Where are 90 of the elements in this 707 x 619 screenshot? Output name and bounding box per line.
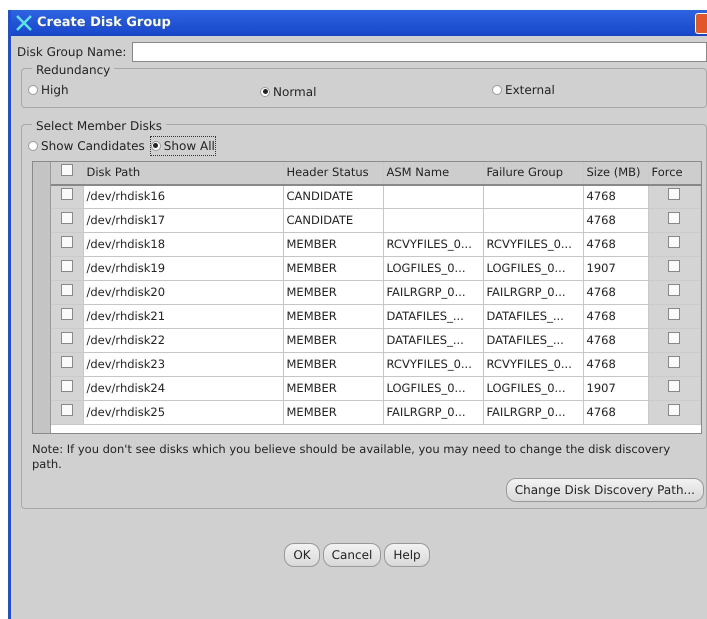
table-cell: 4768 <box>586 284 616 299</box>
group-label: Redundancy <box>32 63 114 77</box>
table-cell: 4768 <box>586 404 616 419</box>
window-title: Create Disk Group <box>37 14 171 32</box>
table-cell: 4768 <box>586 356 616 371</box>
row-checkbox[interactable] <box>60 380 73 392</box>
force-checkbox[interactable] <box>668 356 680 368</box>
row-checkbox[interactable] <box>60 260 73 272</box>
table-cell: /dev/rhdisk18 <box>86 236 166 251</box>
table-cell: 4768 <box>586 308 616 323</box>
row-checkbox[interactable] <box>60 308 73 320</box>
table-cell: DATAFILES_... <box>386 308 464 323</box>
column-header[interactable]: Force <box>648 162 700 184</box>
table-cell: FAILRGRP_0... <box>386 404 466 419</box>
table-cell: MEMBER <box>286 404 337 419</box>
table-cell: 4768 <box>586 189 616 204</box>
table-cell: RCVYFILES_0... <box>386 236 472 251</box>
table-cell: CANDIDATE <box>286 212 354 227</box>
force-checkbox[interactable] <box>668 212 680 224</box>
close-button[interactable] <box>695 12 707 34</box>
radio-button[interactable]: High <box>28 81 69 99</box>
force-checkbox[interactable] <box>668 308 680 320</box>
table-cell: /dev/rhdisk24 <box>86 380 166 395</box>
table-cell: FAILRGRP_0... <box>486 284 566 299</box>
force-checkbox[interactable] <box>668 284 680 296</box>
table-cell: /dev/rhdisk22 <box>86 332 166 347</box>
table-cell: 1907 <box>586 260 616 275</box>
row-checkbox[interactable] <box>60 236 73 248</box>
force-checkbox[interactable] <box>668 260 680 272</box>
table-cell: CANDIDATE <box>286 189 354 204</box>
table-cell: DATAFILES_... <box>386 332 464 347</box>
column-header[interactable]: Header Status <box>283 162 383 184</box>
change-path-button[interactable]: Change Disk Discovery Path... <box>506 478 704 502</box>
radio-button[interactable]: Show All <box>150 136 215 154</box>
dialog-button[interactable]: Help <box>384 542 430 566</box>
table-cell: MEMBER <box>286 332 337 347</box>
name-field[interactable] <box>132 42 707 62</box>
row-checkbox[interactable] <box>60 212 73 224</box>
table-cell: RCVYFILES_0... <box>486 236 572 251</box>
row-checkbox[interactable] <box>60 284 73 296</box>
table-cell: MEMBER <box>286 356 337 371</box>
table-cell: /dev/rhdisk21 <box>86 308 166 323</box>
note-text: Note: If you don't see disks which you believe should be available, you may need to change the disk discovery path. <box>32 442 672 472</box>
field-label: Disk Group Name: <box>17 44 126 61</box>
table-cell: MEMBER <box>286 284 337 299</box>
table-cell: DATAFILES_... <box>486 308 564 323</box>
dialog-button[interactable]: OK <box>284 542 320 566</box>
table-cell: /dev/rhdisk19 <box>86 260 166 275</box>
radio-button[interactable]: External <box>492 81 555 99</box>
table-cell: LOGFILES_0... <box>386 260 466 275</box>
row-checkbox[interactable] <box>60 332 73 344</box>
column-header[interactable]: Failure Group <box>483 162 583 184</box>
table-cell: DATAFILES_... <box>486 332 564 347</box>
table-cell: 4768 <box>586 212 616 227</box>
app-icon <box>15 15 33 31</box>
column-header[interactable]: Size (MB) <box>583 162 648 184</box>
table-cell: /dev/rhdisk20 <box>86 284 166 299</box>
column-header[interactable]: Disk Path <box>83 162 283 184</box>
table-cell: LOGFILES_0... <box>386 380 466 395</box>
table-cell: RCVYFILES_0... <box>486 356 572 371</box>
table-cell: 1907 <box>586 380 616 395</box>
table-cell: FAILRGRP_0... <box>486 404 566 419</box>
row-checkbox[interactable] <box>60 404 73 416</box>
table-cell: /dev/rhdisk23 <box>86 356 166 371</box>
table-cell: 4768 <box>586 332 616 347</box>
force-checkbox[interactable] <box>668 404 680 416</box>
column-header[interactable]: ASM Name <box>383 162 483 184</box>
table-cell: LOGFILES_0... <box>486 380 566 395</box>
table-cell: /dev/rhdisk16 <box>86 189 166 204</box>
table-cell: MEMBER <box>286 260 337 275</box>
force-checkbox[interactable] <box>668 380 680 392</box>
table-cell: RCVYFILES_0... <box>386 356 472 371</box>
table-cell: /dev/rhdisk17 <box>86 212 166 227</box>
group-label: Select Member Disks <box>32 118 166 132</box>
table-cell: 4768 <box>586 236 616 251</box>
force-checkbox[interactable] <box>668 188 680 200</box>
force-checkbox[interactable] <box>668 332 680 344</box>
table-cell: FAILRGRP_0... <box>386 284 466 299</box>
radio-button[interactable]: Show Candidates <box>28 136 145 154</box>
table-cell: MEMBER <box>286 380 337 395</box>
dialog-button[interactable]: Cancel <box>322 542 382 566</box>
table-cell: MEMBER <box>286 308 337 323</box>
radio-button[interactable]: Normal <box>260 82 316 100</box>
select-all-checkbox[interactable] <box>60 164 73 176</box>
table-cell: /dev/rhdisk25 <box>86 404 166 419</box>
force-checkbox[interactable] <box>668 236 680 248</box>
table-cell: LOGFILES_0... <box>486 260 566 275</box>
table-cell: MEMBER <box>286 236 337 251</box>
row-checkbox[interactable] <box>60 188 73 200</box>
row-checkbox[interactable] <box>60 356 73 368</box>
